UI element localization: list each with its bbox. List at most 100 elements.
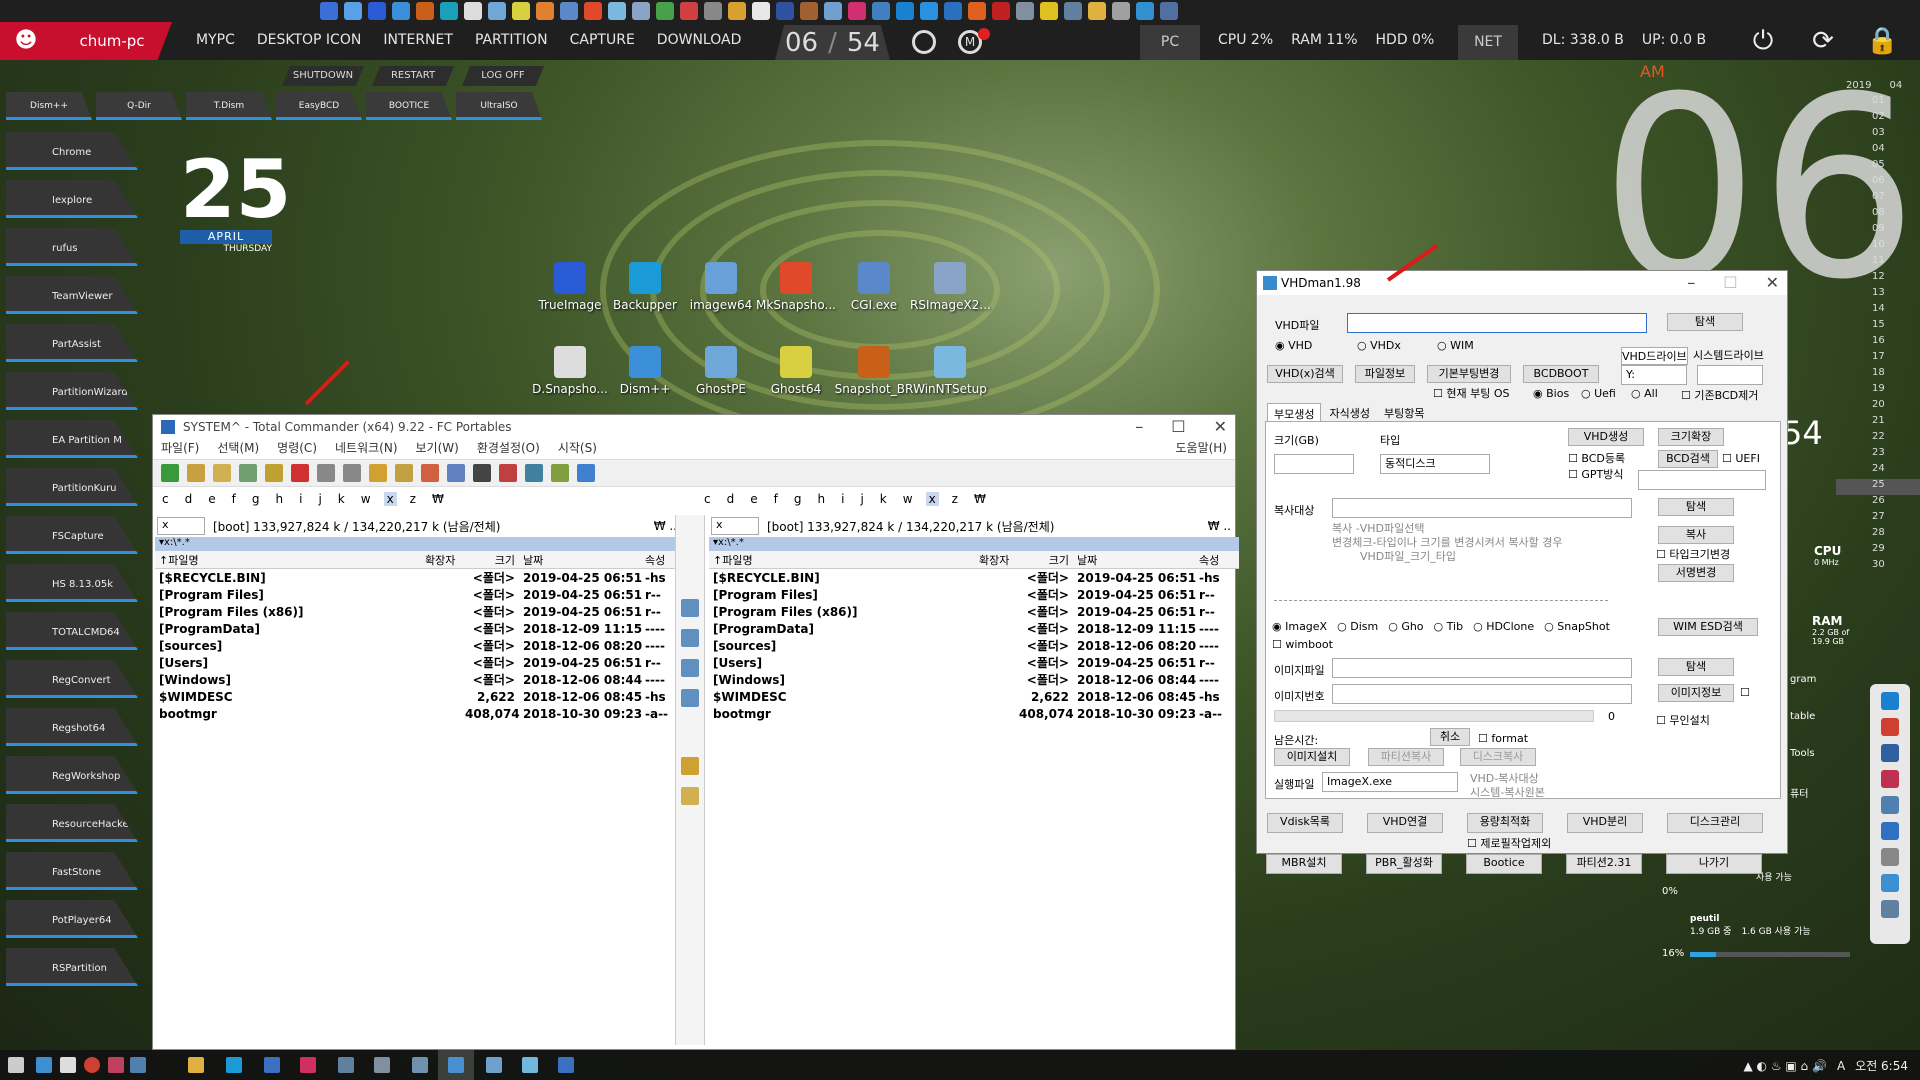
- launcher-regworkshop[interactable]: RegWorkshop: [6, 756, 138, 794]
- launcher-partassist[interactable]: PartAssist: [6, 324, 138, 362]
- vhd-drive-select[interactable]: Y:: [1621, 365, 1687, 385]
- thumbnail-icon[interactable]: [239, 464, 257, 482]
- drive-button[interactable]: k: [877, 492, 890, 506]
- drive-button[interactable]: e: [747, 492, 760, 506]
- tc-menu-network[interactable]: 네트워크(N): [335, 439, 398, 459]
- img-file-select[interactable]: [1332, 658, 1632, 678]
- file-row[interactable]: [sources] <폴더> 2018-12-06 08:20 ----: [709, 637, 1239, 654]
- app-icon[interactable]: [1160, 2, 1178, 20]
- launcher-rufus[interactable]: rufus: [6, 228, 138, 266]
- drive-button[interactable]: g: [249, 492, 263, 506]
- mbr-install-button[interactable]: MBR설치: [1266, 854, 1342, 874]
- app-icon[interactable]: [512, 2, 530, 20]
- exit-button[interactable]: 나가기: [1666, 854, 1762, 874]
- file-row[interactable]: [Windows] <폴더> 2018-12-06 08:44 ----: [709, 671, 1239, 688]
- img-browse-button[interactable]: 탐색: [1658, 658, 1734, 676]
- drive-button[interactable]: f: [771, 492, 781, 506]
- app-icon[interactable]: [338, 1057, 354, 1073]
- file-row[interactable]: [ProgramData] <폴더> 2018-12-09 11:15 ----: [709, 620, 1239, 637]
- tc-menu-command[interactable]: 명령(C): [277, 439, 317, 459]
- drive-button[interactable]: i: [838, 492, 847, 506]
- maximize-icon[interactable]: ☐: [1171, 417, 1185, 436]
- radio-tib[interactable]: ○ Tib: [1434, 620, 1464, 633]
- tc-menu-help[interactable]: 도움말(H): [1175, 439, 1227, 459]
- launcher-fscapture[interactable]: FSCapture: [6, 516, 138, 554]
- app-icon[interactable]: [522, 1057, 538, 1073]
- app-icon[interactable]: [130, 1057, 146, 1073]
- root-icon[interactable]: ₩ ..: [1208, 519, 1231, 533]
- unattend-check[interactable]: ☐ 무인설치: [1656, 712, 1710, 728]
- taskbar-clock[interactable]: 오전 6:54: [1855, 1057, 1908, 1074]
- app-icon[interactable]: [300, 1057, 316, 1073]
- file-row[interactable]: $WIMDESC 2,622 2018-12-06 08:45 -hs: [709, 688, 1239, 705]
- ninja-logo-icon[interactable]: ☻: [0, 22, 52, 60]
- col-attr[interactable]: 속성: [1199, 552, 1239, 568]
- desktop-icon-imagew64[interactable]: imagew64: [681, 262, 761, 312]
- tool-easybcd[interactable]: EasyBCD: [276, 92, 362, 120]
- radio-wim[interactable]: ○ WIM: [1437, 339, 1474, 352]
- monitor-dock-icon[interactable]: [1881, 796, 1899, 814]
- app-icon[interactable]: [1088, 2, 1106, 20]
- radio-vhd[interactable]: ◉ VHD: [1275, 339, 1312, 352]
- right-path-bar[interactable]: ▾x:\*.*: [709, 537, 1239, 551]
- tc-menu-start[interactable]: 시작(S): [558, 439, 597, 459]
- drive-button[interactable]: ₩: [971, 492, 989, 506]
- bcd-search-button[interactable]: BCD검색: [1658, 450, 1718, 468]
- launcher-chrome[interactable]: Chrome: [6, 132, 138, 170]
- img-num-select[interactable]: [1332, 684, 1632, 704]
- unpack-icon[interactable]: [395, 464, 413, 482]
- file-row[interactable]: [$RECYCLE.BIN] <폴더> 2019-04-25 06:51 -hs: [155, 569, 685, 586]
- file-info-button[interactable]: 파일정보: [1355, 365, 1415, 383]
- shutdown-button[interactable]: SHUTDOWN: [282, 66, 364, 86]
- tree-icon[interactable]: [265, 464, 283, 482]
- radio-vhdx[interactable]: ○ VHDx: [1357, 339, 1401, 352]
- menu-desktop-icon[interactable]: DESKTOP ICON: [257, 32, 361, 48]
- vhd-file-select[interactable]: [1347, 313, 1647, 333]
- app-icon[interactable]: [848, 2, 866, 20]
- close-icon[interactable]: ✕: [1766, 273, 1779, 292]
- app-icon[interactable]: [992, 2, 1010, 20]
- optimize-button[interactable]: 용량최적화: [1467, 813, 1543, 833]
- app-icon[interactable]: [704, 2, 722, 20]
- launcher-hs[interactable]: HS 8.13.05k: [6, 564, 138, 602]
- bcd-remove-check[interactable]: ☐ 기존BCD제거: [1681, 387, 1758, 403]
- forward-icon[interactable]: [343, 464, 361, 482]
- brief-view-icon[interactable]: [187, 464, 205, 482]
- drive-button[interactable]: w: [900, 492, 916, 506]
- app-icon[interactable]: [344, 2, 362, 20]
- file-row[interactable]: $WIMDESC 2,622 2018-12-06 08:45 -hs: [155, 688, 685, 705]
- left-path-bar[interactable]: ▾x:\*.*: [155, 537, 685, 551]
- app-icon[interactable]: [872, 2, 890, 20]
- back-icon[interactable]: [317, 464, 335, 482]
- file-row[interactable]: bootmgr 408,074 2018-10-30 09:23 -a--: [709, 705, 1239, 722]
- right-drive-select[interactable]: x: [711, 517, 759, 535]
- app-icon[interactable]: [392, 2, 410, 20]
- app-icon[interactable]: [374, 1057, 390, 1073]
- vhd-create-button[interactable]: VHD생성: [1568, 428, 1644, 446]
- app-icon[interactable]: [108, 1057, 124, 1073]
- partition-tool-button[interactable]: 파티션2.31: [1566, 854, 1642, 874]
- tc-menu-view[interactable]: 보기(W): [416, 439, 459, 459]
- radio-imagex[interactable]: ◉ ImageX: [1272, 620, 1327, 633]
- col-ext[interactable]: 확장자: [425, 552, 465, 568]
- col-name[interactable]: ↑파일명: [709, 552, 979, 568]
- app-icon[interactable]: [1064, 2, 1082, 20]
- launcher-potplayer[interactable]: PotPlayer64: [6, 900, 138, 938]
- ie-icon[interactable]: [1881, 692, 1899, 710]
- rename-icon[interactable]: [499, 464, 517, 482]
- app-icon[interactable]: [728, 2, 746, 20]
- usb-dock-icon[interactable]: [1881, 874, 1899, 892]
- default-boot-button[interactable]: 기본부팅변경: [1427, 365, 1511, 383]
- file-row[interactable]: [Windows] <폴더> 2018-12-06 08:44 ----: [155, 671, 685, 688]
- folder-dock-icon[interactable]: [1881, 822, 1899, 840]
- app-icon[interactable]: [920, 2, 938, 20]
- radio-snapshot[interactable]: ○ SnapShot: [1544, 620, 1610, 633]
- desktop-icon-dism[interactable]: Dism++: [605, 346, 685, 396]
- img-info-button[interactable]: 이미지정보: [1658, 684, 1734, 702]
- desktop-icon-winntsetup[interactable]: WinNTSetup: [910, 346, 990, 396]
- app-icon[interactable]: [488, 2, 506, 20]
- app-icon[interactable]: [752, 2, 770, 20]
- drive-button[interactable]: h: [272, 492, 286, 506]
- newfolder-icon[interactable]: [681, 659, 699, 677]
- drive-button[interactable]: w: [358, 492, 374, 506]
